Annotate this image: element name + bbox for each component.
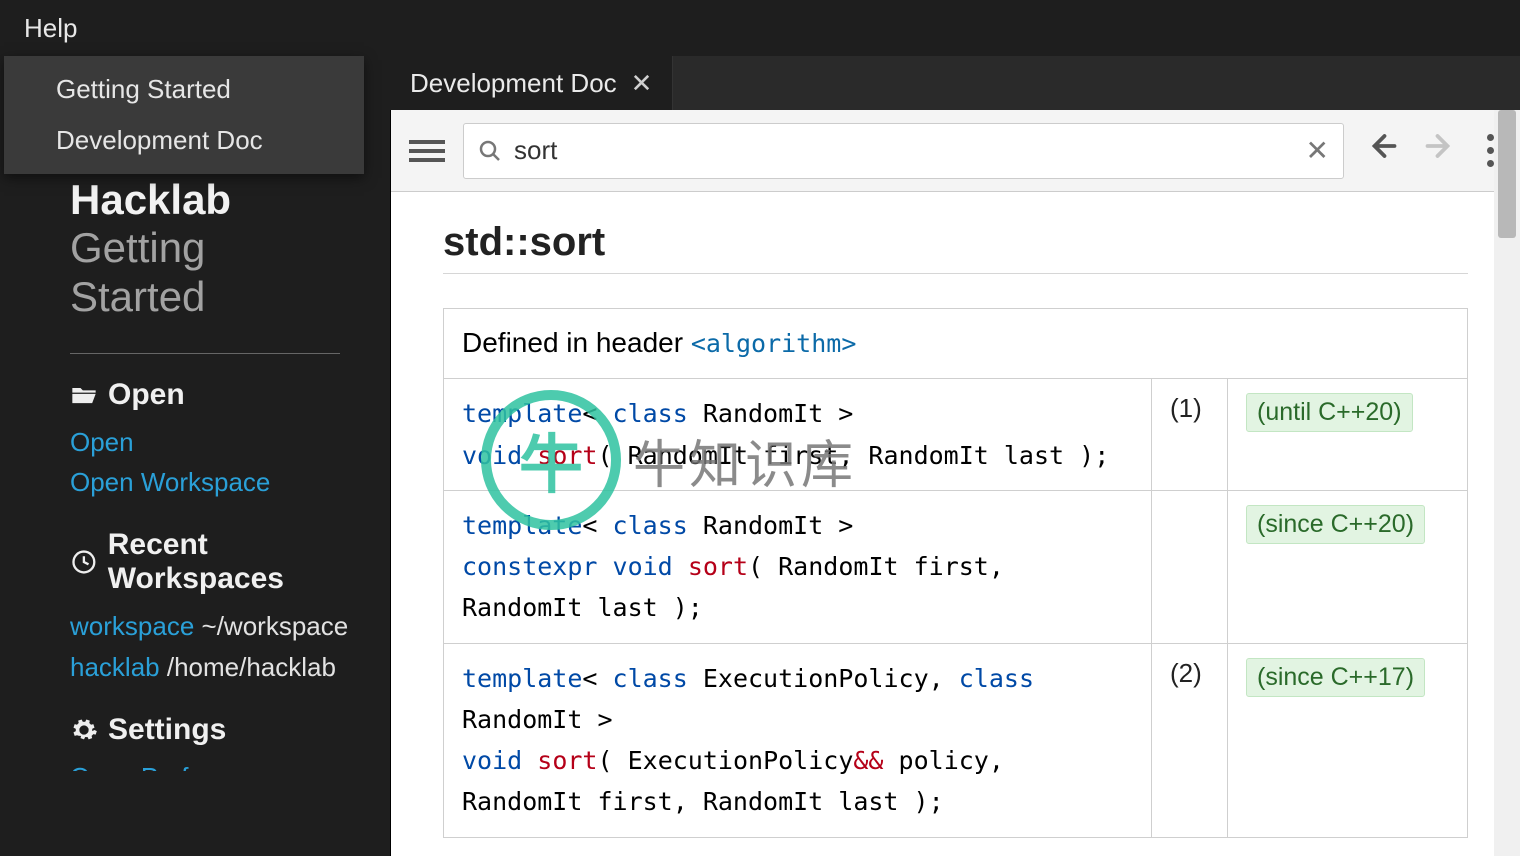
search-input[interactable] bbox=[514, 135, 1294, 166]
recent-item[interactable]: hacklab /home/hacklab bbox=[70, 647, 390, 687]
close-icon[interactable]: ✕ bbox=[631, 68, 653, 99]
open-link[interactable]: Open bbox=[70, 422, 390, 462]
divider bbox=[70, 353, 340, 354]
version-pill: (since C++17) bbox=[1246, 658, 1425, 697]
search-icon bbox=[478, 139, 502, 163]
menubar: Help bbox=[0, 0, 1520, 56]
help-item-development-doc[interactable]: Development Doc bbox=[4, 115, 364, 166]
signature-table: Defined in header <algorithm> template< … bbox=[443, 308, 1468, 838]
tabbar: Development Doc ✕ bbox=[390, 56, 1520, 110]
doc-toolbar: ✕ bbox=[391, 110, 1520, 192]
recent-item[interactable]: workspace ~/workspace bbox=[70, 606, 390, 646]
signature-cell: template< class RandomIt >constexpr void… bbox=[444, 490, 1152, 643]
header-row: Defined in header <algorithm> bbox=[444, 309, 1468, 379]
doc-title: std::sort bbox=[443, 220, 1468, 274]
scrollbar[interactable] bbox=[1494, 110, 1520, 856]
sidebar-subtitle: Getting bbox=[70, 224, 390, 272]
editor-area: Development Doc ✕ ✕ bbox=[390, 56, 1520, 856]
scrollbar-thumb[interactable] bbox=[1498, 110, 1516, 238]
arrow-right-icon bbox=[1425, 131, 1455, 161]
sidebar: Hacklab Getting Started Open Open Open W… bbox=[0, 56, 390, 856]
arrow-left-icon bbox=[1367, 131, 1397, 161]
folder-open-icon bbox=[70, 381, 98, 409]
forward-button[interactable] bbox=[1420, 131, 1460, 170]
version-tag-cell: (since C++17) bbox=[1228, 643, 1468, 837]
sidebar-subtitle: Started bbox=[70, 273, 390, 321]
recent-path: ~/workspace bbox=[202, 611, 349, 641]
version-pill: (since C++20) bbox=[1246, 505, 1425, 544]
hamburger-icon[interactable] bbox=[409, 135, 445, 167]
overload-number: (2) bbox=[1152, 643, 1228, 837]
header-include[interactable]: <algorithm> bbox=[691, 329, 857, 358]
signature-cell: template< class RandomIt >void sort( Ran… bbox=[444, 379, 1152, 491]
tab-label: Development Doc bbox=[410, 68, 617, 99]
recent-path: /home/hacklab bbox=[167, 652, 336, 682]
help-item-getting-started[interactable]: Getting Started bbox=[4, 64, 364, 115]
clear-icon[interactable]: ✕ bbox=[1306, 134, 1329, 167]
gear-icon bbox=[70, 716, 98, 744]
settings-heading: Settings bbox=[70, 713, 390, 747]
help-menu[interactable]: Help bbox=[8, 3, 93, 54]
version-tag-cell: (until C++20) bbox=[1228, 379, 1468, 491]
sidebar-title: Hacklab bbox=[70, 176, 390, 224]
recent-name: hacklab bbox=[70, 652, 160, 682]
open-heading: Open bbox=[70, 378, 390, 412]
search-box[interactable]: ✕ bbox=[463, 123, 1344, 179]
tab-development-doc[interactable]: Development Doc ✕ bbox=[390, 56, 673, 110]
help-dropdown: Getting Started Development Doc bbox=[4, 56, 364, 174]
open-preferences-link[interactable]: Open Preferences bbox=[70, 757, 281, 771]
doc-frame: ✕ std::sort 牛 牛知识库 Defined in bbox=[390, 110, 1520, 856]
doc-body: std::sort 牛 牛知识库 Defined in header <algo… bbox=[391, 192, 1520, 856]
back-button[interactable] bbox=[1362, 131, 1402, 170]
recent-name: workspace bbox=[70, 611, 194, 641]
overload-number bbox=[1152, 490, 1228, 643]
open-workspace-link[interactable]: Open Workspace bbox=[70, 462, 390, 502]
signature-cell: template< class ExecutionPolicy, class R… bbox=[444, 643, 1152, 837]
clock-icon bbox=[70, 548, 98, 576]
overload-number: (1) bbox=[1152, 379, 1228, 491]
version-pill: (until C++20) bbox=[1246, 393, 1413, 432]
recent-heading: Recent Workspaces bbox=[70, 528, 390, 596]
version-tag-cell: (since C++20) bbox=[1228, 490, 1468, 643]
